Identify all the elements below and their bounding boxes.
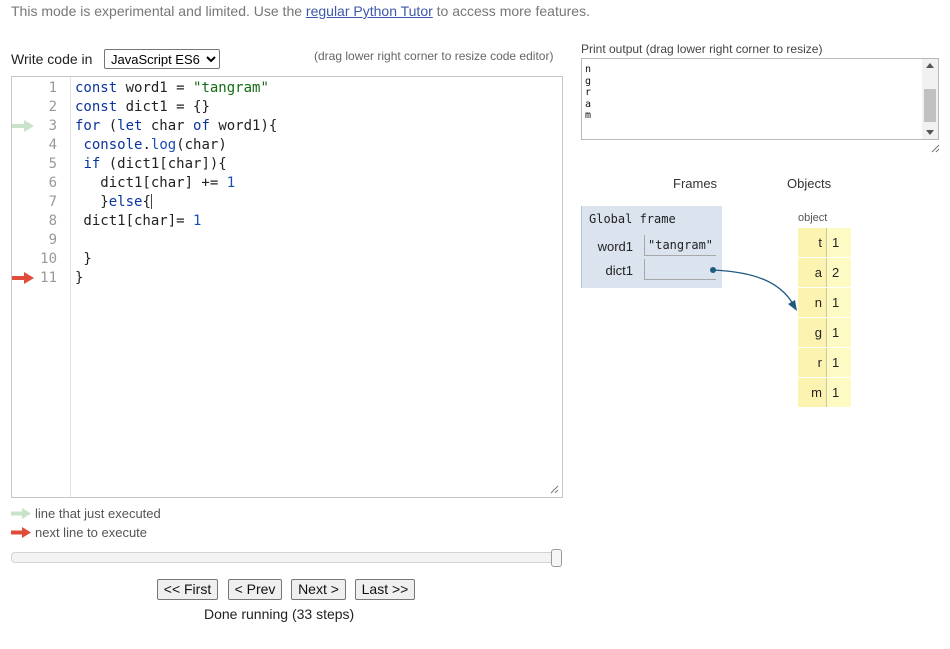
code-line[interactable]: 5 if (dict1[char]){ <box>12 155 562 174</box>
notice-text-after: to access more features. <box>432 3 590 19</box>
line-number: 7 <box>48 194 57 210</box>
output-line: m <box>585 110 592 121</box>
editor-resize-hint: (drag lower right corner to resize code … <box>314 49 554 63</box>
pointer-arrowhead-icon <box>788 300 797 311</box>
output-scrollbar[interactable] <box>922 59 938 139</box>
dict-key: m <box>798 378 827 407</box>
frames-header: Frames <box>673 176 718 191</box>
scroll-up-arrow-icon[interactable] <box>926 63 934 68</box>
dict-key: g <box>798 318 827 347</box>
line-number: 1 <box>48 80 57 96</box>
line-number: 6 <box>48 175 57 191</box>
dict-value: 2 <box>832 265 840 280</box>
code-text: const dict1 = {} <box>75 99 210 115</box>
objects-header: Objects <box>787 176 832 191</box>
dict-entry: t1 <box>798 228 851 258</box>
dict-key: t <box>798 228 827 257</box>
pointer-line <box>712 269 794 305</box>
object-type-label: object <box>798 212 828 224</box>
code-text: } <box>75 270 84 286</box>
line-number: 2 <box>48 99 57 115</box>
step-slider-handle[interactable] <box>551 549 562 567</box>
dict-value: 1 <box>832 325 840 340</box>
code-text: if (dict1[char]){ <box>83 156 227 172</box>
executed-line-arrow-icon <box>12 120 34 132</box>
dict1-pointer-arrow <box>710 267 797 311</box>
var-name-dict1: dict1 <box>605 263 633 278</box>
code-line[interactable]: 1 const word1 = "tangram" <box>12 79 562 98</box>
line-number: 8 <box>48 213 57 229</box>
code-line[interactable]: 10 } <box>12 250 562 269</box>
print-output-box[interactable]: ngram <box>581 58 939 140</box>
code-line[interactable]: 9 <box>12 231 562 250</box>
dict-entry: m1 <box>798 378 851 408</box>
scroll-down-arrow-icon[interactable] <box>926 130 934 135</box>
dict-value: 1 <box>832 355 840 370</box>
code-line[interactable]: 8 dict1[char]= 1 <box>12 212 562 231</box>
dict-key: r <box>798 348 827 377</box>
line-number: 9 <box>48 232 57 248</box>
next-button[interactable]: Next > <box>291 579 346 600</box>
dict-entry: r1 <box>798 348 851 378</box>
step-slider-track[interactable] <box>11 552 562 563</box>
code-line[interactable]: 7 }else{ <box>12 193 562 212</box>
first-button[interactable]: << First <box>157 579 218 600</box>
output-line: r <box>585 87 592 98</box>
output-line: n <box>585 64 592 75</box>
code-text: }else{ <box>75 194 152 210</box>
line-number: 10 <box>40 251 57 267</box>
global-frame-title: Global frame <box>589 212 676 226</box>
regular-python-tutor-link[interactable]: regular Python Tutor <box>306 3 433 19</box>
var-value-word1: "tangram" <box>644 235 716 256</box>
code-text: const word1 = "tangram" <box>75 80 269 96</box>
code-line[interactable]: 2 const dict1 = {} <box>12 98 562 117</box>
output-line: g <box>585 75 592 87</box>
dict-value: 1 <box>832 385 840 400</box>
code-text: dict1[char] += 1 <box>75 175 236 191</box>
output-resize-grip-icon[interactable] <box>931 144 940 153</box>
var-name-word1: word1 <box>597 239 633 254</box>
code-line[interactable]: 4 console.log(char) <box>12 136 562 155</box>
code-text: } <box>75 251 92 267</box>
code-text: dict1[char]= 1 <box>75 213 202 229</box>
dict-value: 1 <box>832 295 840 310</box>
red-arrow-icon <box>11 527 31 538</box>
last-button[interactable]: Last >> <box>355 579 415 600</box>
legend-next-line-label: next line to execute <box>35 525 148 540</box>
line-number: 5 <box>48 156 57 172</box>
legend-just-executed: line that just executed <box>11 506 161 521</box>
editor-resize-grip-icon[interactable] <box>550 485 559 494</box>
legend-next-line: next line to execute <box>11 525 147 540</box>
code-editor[interactable]: 1 const word1 = "tangram" 2 const dict1 = {… <box>11 76 563 498</box>
dict-value: 1 <box>832 235 840 250</box>
output-line: a <box>585 98 592 110</box>
code-line[interactable]: 11} <box>12 269 562 288</box>
code-line[interactable]: 3 for (let char of word1){ <box>12 117 562 136</box>
write-code-label: Write code in <box>11 51 93 67</box>
language-select[interactable]: JavaScript ES6 <box>104 49 220 69</box>
print-output-label: Print output (drag lower right corner to… <box>581 42 823 56</box>
code-line[interactable]: 6 dict1[char] += 1 <box>12 174 562 193</box>
experimental-notice: This mode is experimental and limited. U… <box>11 3 590 19</box>
code-text: for (let char of word1){ <box>75 118 278 134</box>
dict-entry: g1 <box>798 318 851 348</box>
line-number: 4 <box>48 137 57 153</box>
print-output-lines: ngram <box>585 64 591 122</box>
code-text: console.log(char) <box>83 137 227 153</box>
prev-button[interactable]: < Prev <box>228 579 282 600</box>
run-status: Done running (33 steps) <box>204 606 355 622</box>
legend-just-executed-label: line that just executed <box>35 506 161 521</box>
green-arrow-icon <box>11 508 31 519</box>
next-line-arrow-icon <box>12 272 34 284</box>
notice-text-before: This mode is experimental and limited. U… <box>11 3 306 19</box>
output-scroll-thumb[interactable] <box>924 89 936 122</box>
